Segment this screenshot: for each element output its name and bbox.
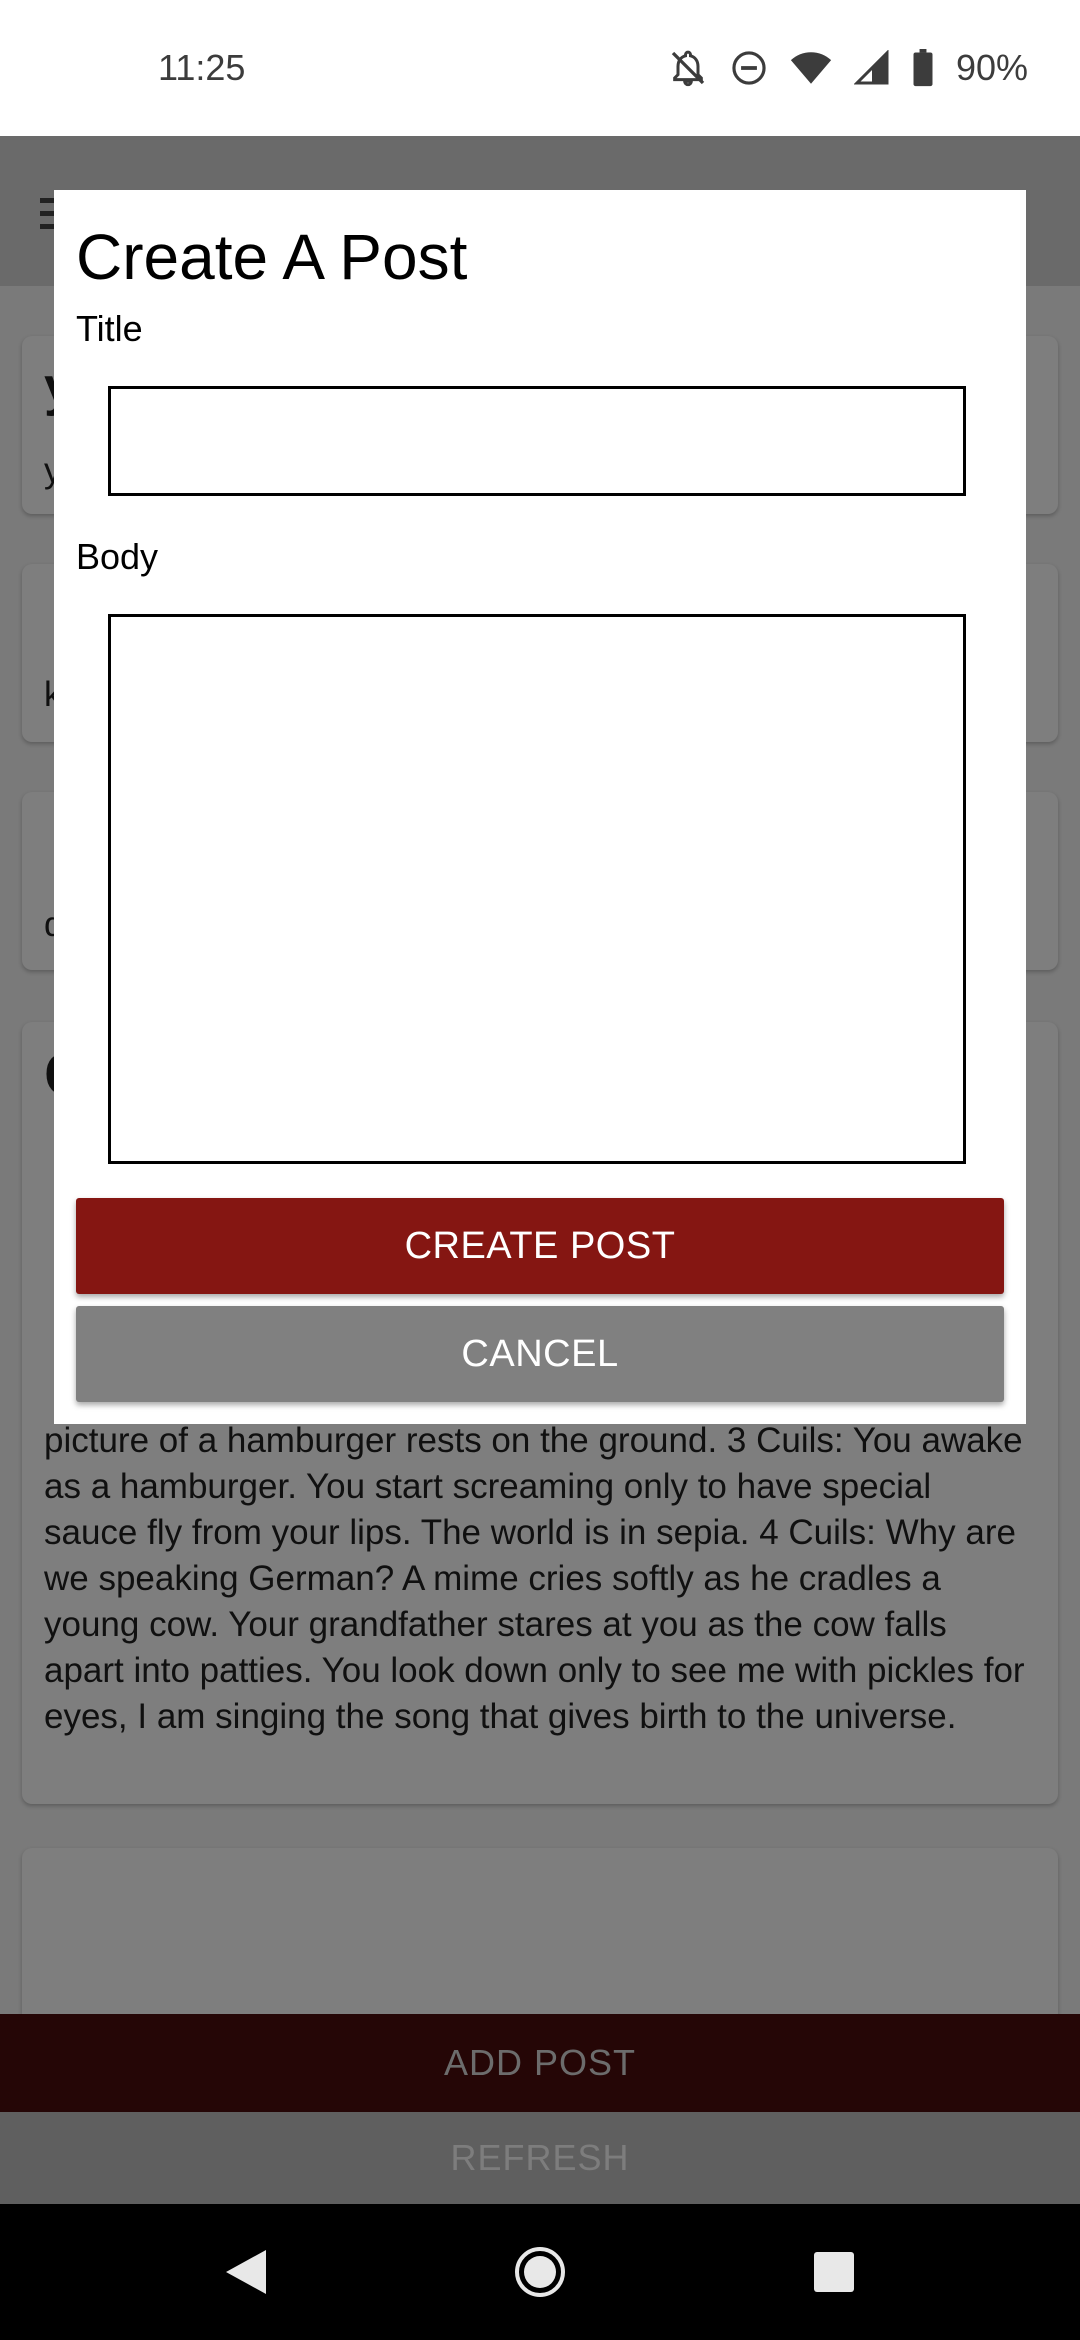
dialog-title: Create A Post	[76, 221, 468, 293]
home-icon[interactable]	[514, 2246, 566, 2303]
status-time: 11:25	[158, 47, 246, 88]
recent-apps-icon[interactable]	[812, 2250, 856, 2299]
create-post-button[interactable]: CREATE POST	[76, 1198, 1004, 1294]
cancel-button[interactable]: CANCEL	[76, 1306, 1004, 1402]
status-bar: 11:25 90%	[0, 0, 1080, 136]
navigation-bar	[0, 2204, 1080, 2340]
battery-icon	[912, 49, 934, 87]
cell-signal-icon	[853, 50, 890, 86]
body-input[interactable]	[108, 614, 966, 1164]
status-icons: 90%	[668, 47, 1028, 89]
refresh-button[interactable]: REFRESH	[0, 2112, 1080, 2204]
back-icon[interactable]	[222, 2246, 270, 2303]
post-body: picture of a hamburger rests on the grou…	[44, 1421, 1025, 1736]
body-label: Body	[76, 536, 159, 577]
title-input[interactable]	[108, 386, 966, 496]
wifi-icon	[790, 50, 832, 86]
title-label: Title	[76, 308, 143, 349]
notifications-off-icon	[668, 48, 708, 88]
create-post-dialog: Create A Post Title Body CREATE POST CAN…	[54, 190, 1026, 1424]
do-not-disturb-icon	[730, 49, 768, 87]
battery-percent: 90%	[955, 47, 1028, 88]
add-post-button[interactable]: ADD POST	[0, 2014, 1080, 2112]
